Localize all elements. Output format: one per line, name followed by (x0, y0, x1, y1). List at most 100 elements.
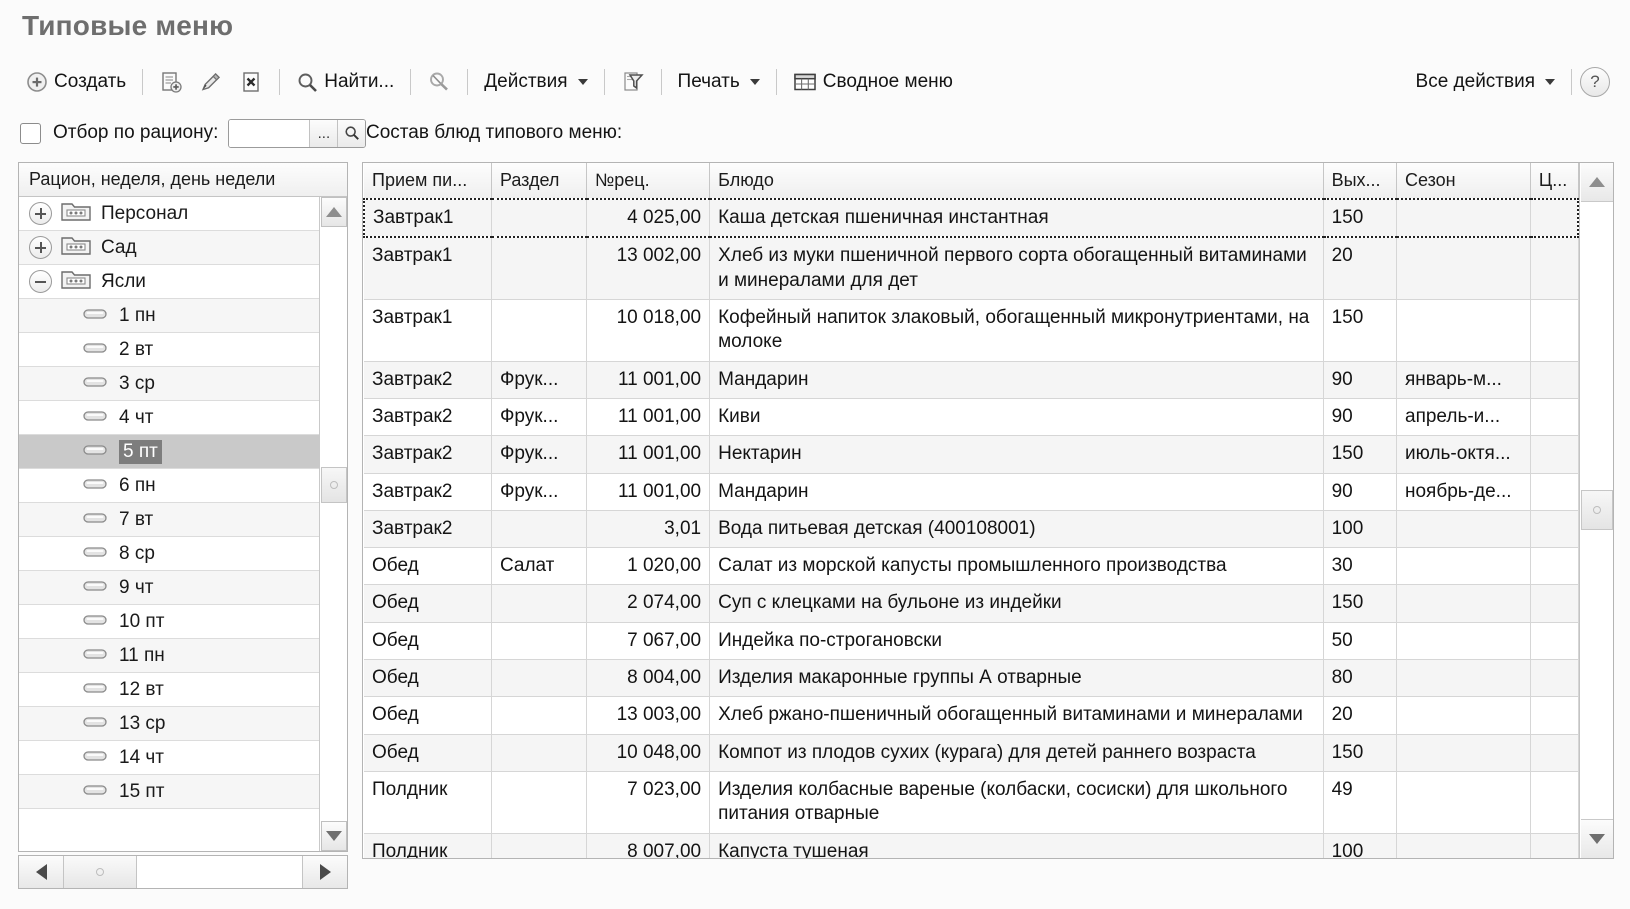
cell-output[interactable]: 90 (1323, 398, 1398, 437)
help-button[interactable]: ? (1580, 67, 1610, 97)
cell-meal[interactable]: Обед (364, 734, 492, 773)
tree-item-13[interactable]: 10 пт (19, 605, 347, 639)
cell-dish[interactable]: Капуста тушеная (709, 833, 1324, 858)
clear-find-button[interactable] (419, 66, 459, 98)
print-button[interactable]: Печать (670, 67, 768, 97)
tree-item-18[interactable]: 15 пт (19, 775, 347, 809)
tree-hscroll-left-button[interactable] (19, 856, 64, 888)
tree-item-15[interactable]: 12 вт (19, 673, 347, 707)
cell-season[interactable] (1396, 237, 1531, 300)
tree-item-11[interactable]: 8 ср (19, 537, 347, 571)
cell-price[interactable] (1530, 299, 1579, 362)
cell-dish[interactable]: Хлеб из муки пшеничной первого сорта обо… (709, 237, 1324, 300)
tree-item-4[interactable]: 1 пн (19, 299, 347, 333)
cell-recipe[interactable]: 11 001,00 (586, 361, 711, 399)
cell-recipe[interactable]: 11 001,00 (586, 398, 711, 437)
cell-price[interactable] (1530, 833, 1579, 858)
cell-section[interactable] (491, 833, 587, 858)
cell-price[interactable] (1530, 237, 1579, 300)
cell-section[interactable]: Фрук... (491, 473, 587, 511)
tree-item-6[interactable]: 3 ср (19, 367, 347, 401)
cell-season[interactable] (1396, 833, 1531, 858)
cell-section[interactable] (491, 584, 587, 623)
cell-recipe[interactable]: 8 007,00 (586, 833, 711, 858)
cell-price[interactable] (1530, 622, 1579, 661)
tree-vertical-scrollbar[interactable] (319, 197, 347, 851)
table-row[interactable]: Обед 7 067,00 Индейка по-строгановски 50 (364, 622, 1579, 661)
cell-section[interactable]: Салат (491, 547, 587, 586)
cell-price[interactable] (1530, 771, 1579, 834)
tree-item-14[interactable]: 11 пн (19, 639, 347, 673)
table-row[interactable]: Завтрак2 Фрук... 11 001,00 Киви 90 апрель-и..… (364, 398, 1579, 437)
grid-scroll-thumb[interactable] (1580, 490, 1613, 530)
cell-output[interactable]: 150 (1323, 299, 1398, 362)
column-header-dish[interactable]: Блюдо (709, 163, 1324, 200)
cell-dish[interactable]: Вода питьевая детская (400108001) (709, 510, 1324, 549)
cell-meal[interactable]: Обед (364, 584, 492, 623)
cell-output[interactable]: 20 (1323, 696, 1398, 735)
grid-scroll-track-lower[interactable] (1581, 530, 1613, 819)
table-row[interactable]: Завтрак1 4 025,00 Каша детская пшеничная и… (363, 197, 1579, 239)
cell-dish[interactable]: Киви (709, 398, 1324, 437)
cell-season[interactable] (1396, 734, 1531, 773)
cell-season[interactable] (1396, 299, 1531, 362)
all-actions-button[interactable]: Все действия (1408, 67, 1563, 97)
cell-meal[interactable]: Завтрак2 (364, 398, 492, 437)
cell-output[interactable]: 150 (1323, 734, 1398, 773)
cell-season[interactable] (1396, 510, 1531, 549)
cell-output[interactable]: 49 (1323, 771, 1398, 834)
cell-season[interactable] (1396, 622, 1531, 661)
cell-meal[interactable]: Завтрак2 (364, 473, 492, 511)
cell-recipe[interactable]: 11 001,00 (586, 435, 711, 474)
cell-meal[interactable]: Обед (364, 659, 492, 698)
table-row[interactable]: Обед 8 004,00 Изделия макаронные группы А … (364, 659, 1579, 698)
tree-scroll-thumb[interactable] (320, 467, 347, 503)
cell-recipe[interactable]: 1 020,00 (586, 547, 711, 586)
grid-vertical-scrollbar[interactable] (1579, 163, 1613, 858)
tree-scroll-up-button[interactable] (320, 197, 347, 227)
cell-output[interactable]: 90 (1323, 361, 1398, 399)
cell-meal[interactable]: Полдник (364, 833, 492, 858)
cell-dish[interactable]: Мандарин (709, 361, 1324, 399)
cell-price[interactable] (1530, 197, 1579, 239)
cell-output[interactable]: 100 (1323, 510, 1398, 549)
cell-price[interactable] (1530, 696, 1579, 735)
cell-meal[interactable]: Полдник (364, 771, 492, 834)
cell-price[interactable] (1530, 510, 1579, 549)
table-row[interactable]: Обед 2 074,00 Суп с клецками на бульоне из… (364, 584, 1579, 623)
cell-dish[interactable]: Салат из морской капусты промышленного п… (709, 547, 1324, 586)
actions-menu-button[interactable]: Действия (476, 67, 595, 97)
cell-season[interactable]: ноябрь-де... (1396, 473, 1531, 511)
cell-recipe[interactable]: 7 023,00 (586, 771, 711, 834)
tree-item-8[interactable]: 5 пт (19, 435, 347, 469)
cell-recipe[interactable]: 13 003,00 (586, 696, 711, 735)
cell-meal[interactable]: Завтрак1 (364, 237, 492, 300)
cell-recipe[interactable]: 13 002,00 (586, 237, 711, 300)
cell-section[interactable] (491, 299, 587, 362)
tree-scroll-track-lower[interactable] (320, 503, 347, 821)
expand-plus-icon[interactable] (29, 236, 52, 259)
ration-filter-search-button[interactable] (337, 119, 366, 147)
tree-horizontal-scrollbar[interactable] (18, 855, 348, 889)
tree-scroll-down-button[interactable] (320, 821, 347, 851)
tree-item-9[interactable]: 6 пн (19, 469, 347, 503)
cell-section[interactable] (491, 197, 587, 239)
column-header-section[interactable]: Раздел (491, 163, 587, 200)
column-header-price[interactable]: Ц... (1530, 163, 1579, 200)
cell-price[interactable] (1530, 361, 1579, 399)
column-header-meal[interactable]: Прием пи... (364, 163, 492, 200)
grid-scroll-down-button[interactable] (1580, 819, 1613, 858)
table-row[interactable]: Завтрак2 Фрук... 11 001,00 Мандарин 90 январь… (364, 361, 1579, 399)
table-row[interactable]: Обед Салат 1 020,00 Салат из морской капуст… (364, 547, 1579, 586)
tree-item-10[interactable]: 7 вт (19, 503, 347, 537)
cell-meal[interactable]: Обед (364, 696, 492, 735)
cell-dish[interactable]: Мандарин (709, 473, 1324, 511)
cell-price[interactable] (1530, 398, 1579, 437)
tree-item-3[interactable]: Ясли (19, 265, 347, 299)
collapse-minus-icon[interactable] (29, 270, 52, 293)
cell-output[interactable]: 150 (1323, 197, 1398, 239)
filter-button[interactable] (613, 66, 653, 98)
cell-section[interactable] (491, 237, 587, 300)
table-row[interactable]: Полдник 7 023,00 Изделия колбасные вареные… (364, 771, 1579, 834)
cell-output[interactable]: 150 (1323, 435, 1398, 474)
